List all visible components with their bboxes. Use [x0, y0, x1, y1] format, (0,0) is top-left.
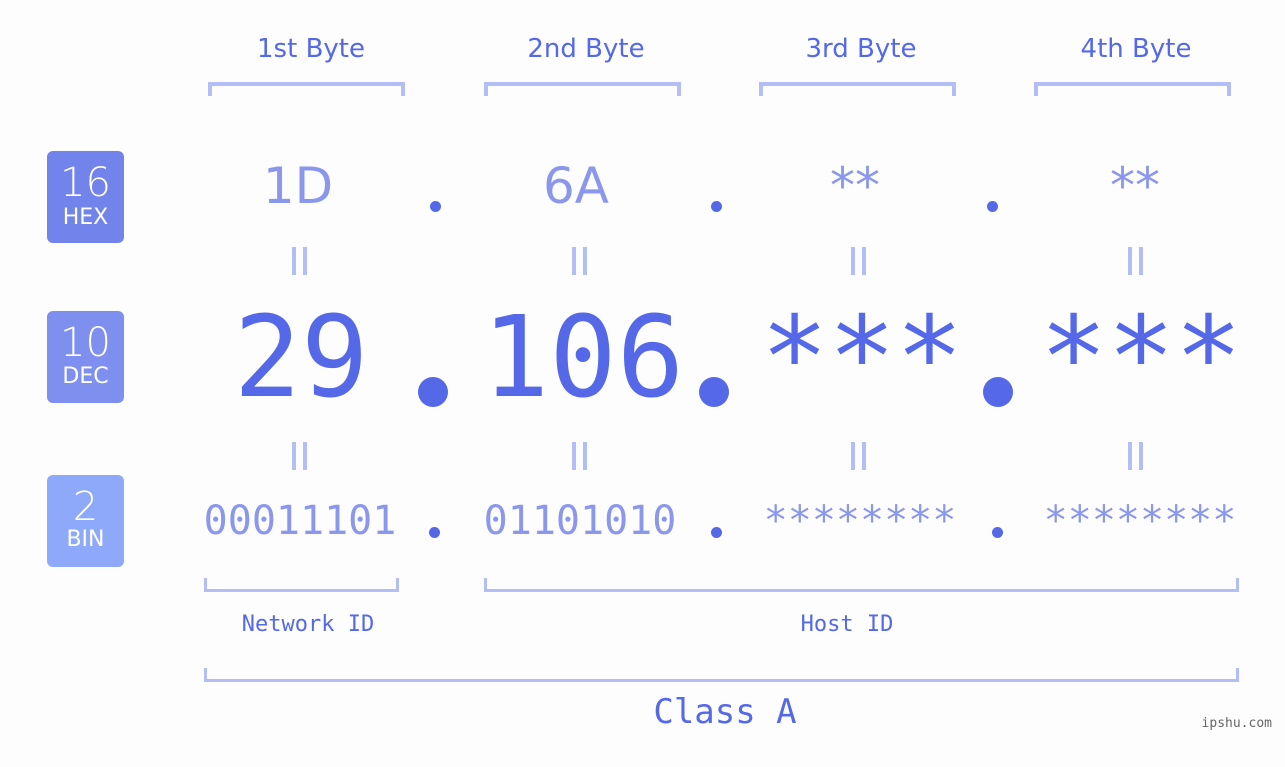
bin-byte-4: ********: [1043, 498, 1237, 544]
equals-icon: [572, 442, 588, 470]
equals-icon: [292, 247, 308, 275]
byte-bracket-4: [1034, 82, 1231, 96]
dec-separator-dot: [699, 377, 729, 407]
hex-separator-dot: [430, 201, 441, 212]
dec-badge-number: 10: [60, 320, 111, 366]
hex-byte-1: 1D: [262, 157, 334, 215]
bin-badge: 2 BIN: [47, 475, 124, 567]
hex-separator-dot: [711, 201, 722, 212]
byte-header-2: 2nd Byte: [527, 34, 645, 64]
dec-separator-dot: [983, 377, 1013, 407]
network-id-label: Network ID: [241, 612, 375, 637]
bin-badge-label: BIN: [66, 527, 105, 552]
equals-icon: [851, 247, 867, 275]
dec-badge: 10 DEC: [47, 311, 124, 403]
dec-byte-1: 29: [233, 293, 369, 423]
equals-icon: [292, 442, 308, 470]
dec-separator-dot: [418, 377, 448, 407]
bin-separator-dot: [429, 527, 440, 538]
dec-byte-4: ***: [1039, 293, 1243, 423]
dec-byte-3: ***: [760, 293, 964, 423]
hex-byte-3: **: [830, 157, 880, 215]
class-bracket: [204, 668, 1239, 682]
byte-bracket-1: [208, 82, 405, 96]
equals-icon: [1128, 442, 1144, 470]
bin-separator-dot: [992, 527, 1003, 538]
hex-badge-label: HEX: [62, 205, 109, 230]
host-id-label: Host ID: [800, 612, 894, 637]
byte-bracket-3: [759, 82, 956, 96]
byte-header-1: 1st Byte: [257, 34, 365, 64]
hex-badge: 16 HEX: [47, 151, 124, 243]
dec-byte-2: 106: [481, 293, 685, 423]
class-label: Class A: [653, 692, 797, 732]
network-id-bracket: [204, 578, 399, 592]
equals-icon: [851, 442, 867, 470]
equals-icon: [572, 247, 588, 275]
hex-badge-number: 16: [60, 160, 111, 206]
byte-header-4: 4th Byte: [1080, 34, 1192, 64]
dec-badge-label: DEC: [62, 364, 109, 389]
host-id-bracket: [484, 578, 1239, 592]
bin-separator-dot: [711, 527, 722, 538]
hex-byte-2: 6A: [542, 157, 609, 215]
bin-byte-3: ********: [763, 498, 957, 544]
equals-icon: [1128, 247, 1144, 275]
bin-byte-1: 00011101: [203, 498, 397, 544]
watermark: ipshu.com: [1201, 716, 1272, 731]
bin-byte-2: 01101010: [483, 498, 677, 544]
bin-badge-number: 2: [72, 484, 99, 530]
hex-byte-4: **: [1110, 157, 1160, 215]
byte-header-3: 3rd Byte: [805, 34, 917, 64]
byte-bracket-2: [484, 82, 681, 96]
hex-separator-dot: [987, 201, 998, 212]
